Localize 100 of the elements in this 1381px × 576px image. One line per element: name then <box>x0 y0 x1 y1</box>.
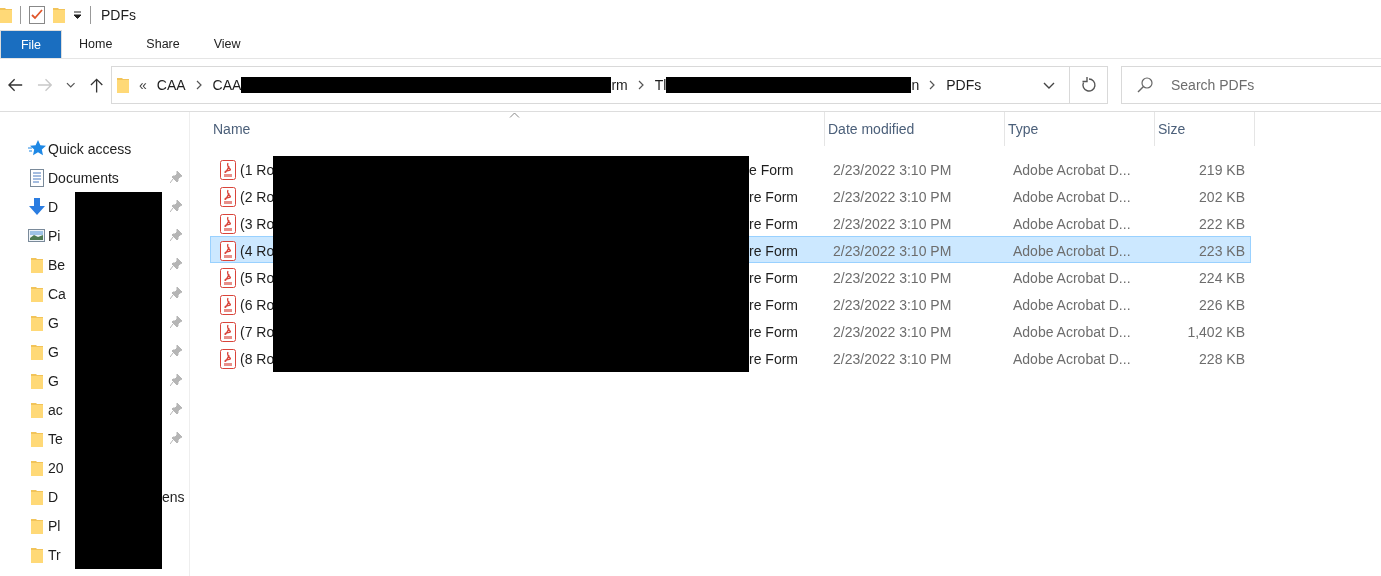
pictures-icon <box>28 229 45 242</box>
sidebar-item[interactable]: G <box>48 343 75 360</box>
type-cell-text: Adobe Acrobat D... <box>1012 350 1132 367</box>
refresh-icon <box>1080 77 1097 93</box>
sidebar-item[interactable]: ac <box>48 401 75 418</box>
ribbon-tab[interactable]: Share <box>129 30 197 58</box>
file-name: (4 Ro <box>240 242 273 259</box>
ribbon-tab[interactable]: File <box>0 30 62 58</box>
size-cell-text: 224 KB <box>1198 269 1246 286</box>
sidebar-item[interactable]: Pi <box>48 227 75 244</box>
folder-icon <box>30 285 43 302</box>
file-name: (3 Ro <box>240 215 273 232</box>
breadcrumb[interactable]: CAA <box>212 77 242 93</box>
breadcrumb[interactable]: Tl <box>654 77 667 93</box>
type-cell-text: Adobe Acrobat D... <box>1012 269 1132 286</box>
type-cell-text: Adobe Acrobat D... <box>1012 215 1132 232</box>
file-name: (7 Ro <box>240 323 273 340</box>
type-cell-text: Adobe Acrobat D... <box>1012 323 1132 340</box>
type-cell-text: Adobe Acrobat D... <box>1012 188 1132 205</box>
type-cell-text: Adobe Acrobat D... <box>1012 242 1132 259</box>
folder-icon <box>0 7 12 23</box>
sidebar-item[interactable]: ens <box>162 488 189 505</box>
dropdown-caret-icon[interactable] <box>73 11 82 19</box>
properties-icon[interactable] <box>29 6 45 24</box>
file-name: re Form <box>749 350 799 367</box>
date-cell-text: 2/23/2022 3:10 PM <box>832 242 953 259</box>
file-name: (1 Ro <box>240 161 273 178</box>
size-cell-text: 222 KB <box>1198 215 1246 232</box>
column-header[interactable]: Date modified <box>825 112 1005 146</box>
date-cell-text: 2/23/2022 3:10 PM <box>832 323 953 340</box>
breadcrumb[interactable]: PDFs <box>946 77 982 93</box>
date-cell-text: 2/23/2022 3:10 PM <box>832 188 953 205</box>
sidebar-item[interactable]: D <box>48 198 75 215</box>
ribbon-tab[interactable]: View <box>196 30 258 58</box>
folder-icon <box>30 430 43 447</box>
file-name: re Form <box>749 215 799 232</box>
address-bar[interactable]: « CAA CAA rm Tl n PDFs <box>111 66 1108 104</box>
file-row[interactable]: (2 Ro re Form 2/23/2022 3:10 PM Adobe Acrobat D... 202 KB <box>210 182 1251 209</box>
file-row[interactable]: (1 Ro e Form 2/23/2022 3:10 PM Adobe Acrobat D... 219 KB <box>210 155 1251 182</box>
file-row[interactable]: (5 Ro re Form 2/23/2022 3:10 PM Adobe Acrobat D... 224 KB <box>210 263 1251 290</box>
size-cell-text: 219 KB <box>1198 161 1246 178</box>
pdf-file-icon <box>219 267 236 288</box>
date-cell-text: 2/23/2022 3:10 PM <box>832 269 953 286</box>
sort-caret-icon <box>509 112 520 118</box>
file-name: (8 Ro <box>240 350 273 367</box>
ribbon-tab[interactable]: Home <box>62 30 130 58</box>
file-row[interactable]: (7 Ro re Form 2/23/2022 3:10 PM Adobe Acrobat D... 1,402 KB <box>210 317 1251 344</box>
date-cell-text: 2/23/2022 3:10 PM <box>832 161 953 178</box>
pdf-file-icon <box>219 213 236 234</box>
date-cell-text: 2/23/2022 3:10 PM <box>832 215 953 232</box>
sidebar-item[interactable]: D <box>48 488 75 505</box>
sidebar-item[interactable]: G <box>48 372 75 389</box>
folder-icon <box>30 517 43 534</box>
new-folder-icon <box>53 7 65 23</box>
chevron-icon <box>929 80 937 90</box>
date-cell-text: 2/23/2022 3:10 PM <box>832 296 953 313</box>
breadcrumb[interactable]: n <box>911 77 920 93</box>
folder-icon <box>30 314 43 331</box>
overflow-marker[interactable]: « <box>139 77 147 93</box>
sidebar-item[interactable]: Pl <box>48 517 75 534</box>
sidebar-item[interactable]: Be <box>48 256 75 273</box>
column-header[interactable]: Size <box>1155 112 1255 146</box>
size-cell-text: 228 KB <box>1198 350 1246 367</box>
type-cell-text: Adobe Acrobat D... <box>1012 296 1132 313</box>
file-name: re Form <box>749 269 799 286</box>
size-cell-text: 223 KB <box>1198 242 1246 259</box>
sidebar-item[interactable]: G <box>48 314 75 331</box>
file-row[interactable]: (8 Ro re Form 2/23/2022 3:10 PM Adobe Acrobat D... 228 KB <box>210 344 1251 371</box>
dropdown-chevron-icon[interactable] <box>1043 81 1055 89</box>
sidebar-item[interactable]: Tr <box>48 546 75 563</box>
file-name: re Form <box>749 242 799 259</box>
sidebar-item[interactable]: 20 <box>48 459 75 476</box>
sidebar-item[interactable]: Documents <box>48 169 119 186</box>
sidebar-item[interactable]: Ca <box>48 285 75 302</box>
file-row[interactable]: (4 Ro re Form 2/23/2022 3:10 PM Adobe Acrobat D... 223 KB <box>210 236 1251 263</box>
star-icon <box>27 140 46 157</box>
folder-icon <box>30 459 43 476</box>
file-name: re Form <box>749 188 799 205</box>
folder-icon <box>30 343 43 360</box>
type-cell-text: Adobe Acrobat D... <box>1012 161 1132 178</box>
window-title: PDFs <box>101 7 136 23</box>
file-row[interactable]: (6 Ro re Form 2/23/2022 3:10 PM Adobe Acrobat D... 226 KB <box>210 290 1251 317</box>
sidebar-item[interactable]: Te <box>48 430 75 447</box>
up-arrow-icon[interactable] <box>89 77 103 93</box>
chevron-icon <box>195 80 203 90</box>
breadcrumb[interactable]: rm <box>611 77 628 93</box>
file-name: (2 Ro <box>240 188 273 205</box>
column-header[interactable]: Name <box>210 112 825 146</box>
back-arrow-icon[interactable] <box>8 78 24 92</box>
folder-icon <box>30 256 43 273</box>
column-header[interactable]: Type <box>1005 112 1155 146</box>
pdf-file-icon <box>219 240 236 261</box>
size-cell-text: 1,402 KB <box>1186 323 1246 340</box>
search-field[interactable]: Search PDFs <box>1121 66 1381 104</box>
file-name: (5 Ro <box>240 269 273 286</box>
file-row[interactable]: (3 Ro re Form 2/23/2022 3:10 PM Adobe Acrobat D... 222 KB <box>210 209 1251 236</box>
recent-dropdown-icon[interactable] <box>66 82 76 88</box>
sidebar-item[interactable]: Quick access <box>48 140 132 157</box>
chevron-icon <box>637 80 645 90</box>
breadcrumb[interactable]: CAA <box>156 77 186 93</box>
